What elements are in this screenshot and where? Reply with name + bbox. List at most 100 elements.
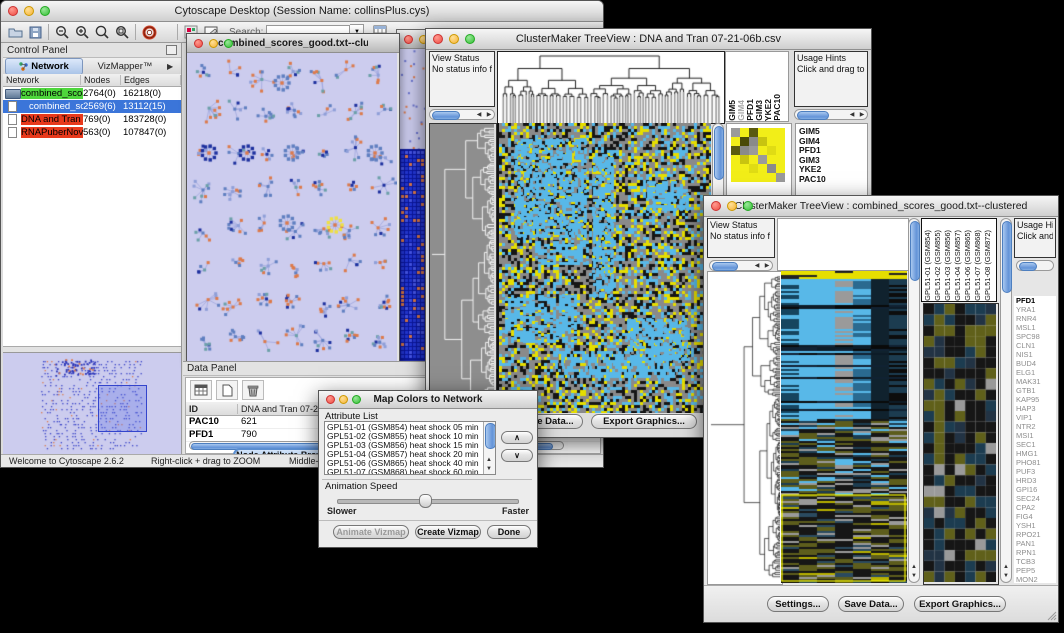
gene-label[interactable]: RPO21 [1016,530,1056,539]
move-down-button[interactable]: ∨ [501,449,533,462]
animate-vizmap-button[interactable]: Animate Vizmap [333,525,409,539]
birdseye-panel[interactable] [3,352,181,456]
gene-label[interactable]: MSI1 [1016,431,1056,440]
zoom-button[interactable] [743,201,753,211]
network-row[interactable]: combined_sco2569(6)13112(15) [3,100,181,113]
move-up-button[interactable]: ∧ [501,431,533,444]
attribute-table-icon[interactable] [190,380,212,400]
gene-label[interactable]: MON2 [1016,575,1056,583]
gene-label[interactable]: CPA2 [1016,503,1056,512]
minimize-button[interactable] [727,201,737,211]
tv2-col-label[interactable]: GPL51-06 (GSM865) [963,230,973,301]
close-button[interactable] [194,39,203,48]
zoom-button[interactable] [224,39,233,48]
gene-label[interactable]: HMG1 [1016,449,1056,458]
close-button[interactable] [711,201,721,211]
tv1-export-graphics-button[interactable]: Export Graphics... [591,414,697,429]
create-vizmap-button[interactable]: Create Vizmap [415,525,481,539]
attribute-list-scrollbar[interactable]: ▲▼ [483,422,495,474]
close-button[interactable] [326,395,335,404]
tv1-usage-scrollbar[interactable]: ◀▶ [794,109,868,120]
gene-label[interactable]: MAK31 [1016,377,1056,386]
minimize-button[interactable] [339,395,348,404]
tv2-heatmap[interactable] [781,271,907,583]
network-row[interactable]: combined_scores2764(0)16218(0) [3,87,181,100]
attribute-listbox[interactable]: GPL51-01 (GSM854) heat shock 05 minGPL51… [324,421,496,475]
gene-label[interactable]: RNR4 [1016,314,1056,323]
gene-label[interactable]: RPN1 [1016,548,1056,557]
minimize-button[interactable] [449,34,459,44]
close-button[interactable] [8,6,18,16]
gene-label[interactable]: PHO81 [1016,458,1056,467]
tab-network[interactable]: Network [5,58,83,75]
birdseye-viewport-rect[interactable] [98,385,147,432]
network-canvas[interactable] [187,53,397,363]
gene-label[interactable]: PFD1 [1016,296,1056,305]
tab-vizmapper[interactable]: VizMapper™ [83,61,167,72]
gene-label[interactable]: SEC24 [1016,494,1056,503]
network-row[interactable]: RNAPuberNov2+563(0)107847(0) [3,126,181,139]
tv1-viewstatus-scrollbar[interactable]: ◀▶ [429,109,495,120]
zoom-button[interactable] [465,34,475,44]
gene-label[interactable]: PEP5 [1016,566,1056,575]
save-icon[interactable] [25,23,45,41]
gene-label[interactable]: CLN1 [1016,341,1056,350]
tv2-col-label[interactable]: GPL51-01 (GSM854) [923,230,933,301]
zoom-out-icon[interactable] [52,23,72,41]
tv1-top-dendrogram[interactable] [498,52,724,123]
tv1-heatmap[interactable] [499,123,711,413]
gene-label[interactable]: BUD4 [1016,359,1056,368]
animation-slider-thumb[interactable] [419,494,432,508]
tv2-zoom-vscrollbar[interactable]: ▲▼ [1000,218,1012,583]
float-panel-icon[interactable] [166,45,177,55]
minimize-button[interactable] [209,39,218,48]
minimize-button[interactable] [24,6,34,16]
tv2-row-dendrogram[interactable] [708,272,780,582]
gene-label[interactable]: TCB3 [1016,557,1056,566]
tv2-col-label[interactable]: GPL51-04 (GSM857) [953,230,963,301]
open-folder-icon[interactable] [5,23,25,41]
zoom-in-icon[interactable] [72,23,92,41]
help-lifering-icon[interactable] [139,23,159,41]
done-button[interactable]: Done [487,525,531,539]
new-attribute-icon[interactable] [216,380,238,400]
delete-attribute-icon[interactable] [242,380,264,400]
gene-label[interactable]: KAP95 [1016,395,1056,404]
zoom-fit-icon[interactable] [92,23,112,41]
tv2-heatmap-vscrollbar[interactable]: ▲▼ [908,218,920,583]
tv2-col-label[interactable]: GPL51-08 (GSM872) [983,230,993,301]
gene-label[interactable]: GTB1 [1016,386,1056,395]
gene-label[interactable]: SPC98 [1016,332,1056,341]
gene-label[interactable]: PAN1 [1016,539,1056,548]
tv2-col-label[interactable]: GPL51-07 (GSM868) [973,230,983,301]
tv2-settings-button[interactable]: Settings... [767,596,829,612]
zoom-selected-icon[interactable] [112,23,132,41]
gene-label[interactable]: PUF3 [1016,467,1056,476]
tv2-viewstatus-scrollbar[interactable]: ◀▶ [709,260,773,271]
tv2-save-data-button[interactable]: Save Data... [838,596,904,612]
tv1-row-label[interactable]: PAC10 [799,175,867,185]
gene-label[interactable]: GPI16 [1016,485,1056,494]
gene-label[interactable]: SEC1 [1016,440,1056,449]
attribute-list-item[interactable]: GPL51-07 (GSM868) heat shock 60 min [327,468,493,475]
gene-label[interactable]: YRA1 [1016,305,1056,314]
gene-label[interactable]: NIS1 [1016,350,1056,359]
tv2-export-graphics-button[interactable]: Export Graphics... [914,596,1006,612]
resize-grip[interactable] [1046,610,1057,621]
tab-overflow-arrow[interactable]: ▶ [167,62,181,71]
zoom-button[interactable] [40,6,50,16]
tv1-row-dendrogram[interactable] [430,124,494,412]
network-row[interactable]: DNA and Tran 07769(0)183728(0) [3,113,181,126]
birdseye-canvas[interactable] [3,353,179,454]
gene-label[interactable]: YSH1 [1016,521,1056,530]
tv2-col-label[interactable]: GPL51-03 (GSM856) [943,230,953,301]
tv2-col-label[interactable]: GPL51-02 (GSM855) [933,230,943,301]
close-button[interactable] [404,35,413,44]
gene-label[interactable]: HAP3 [1016,404,1056,413]
zoom-button[interactable] [352,395,361,404]
tv2-zoom-heatmap[interactable] [924,304,996,582]
gene-label[interactable]: HRD3 [1016,476,1056,485]
close-button[interactable] [433,34,443,44]
tv1-col-label[interactable]: PAC10 [773,94,782,121]
gene-label[interactable]: VIP1 [1016,413,1056,422]
